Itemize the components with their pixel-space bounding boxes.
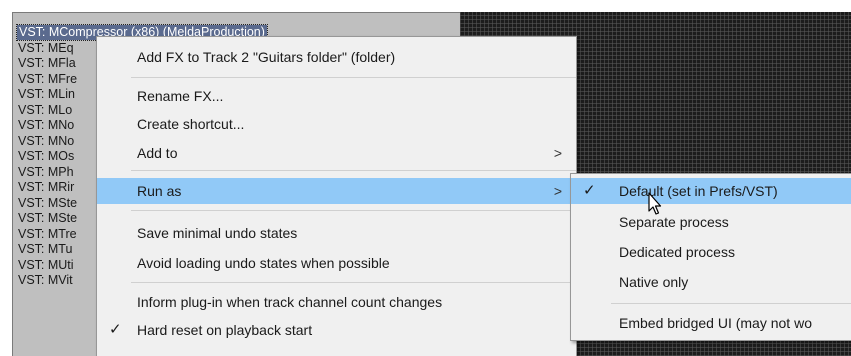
fx-list-item[interactable]: VST: MFre bbox=[18, 72, 77, 87]
fx-list-item[interactable]: VST: MNo bbox=[18, 134, 74, 149]
menu-item-label: Add to bbox=[137, 145, 178, 161]
menu-item-label: Dedicated process bbox=[619, 244, 735, 260]
menu-item-separate-process[interactable]: Separate process bbox=[571, 209, 851, 235]
menu-separator bbox=[131, 170, 576, 171]
fx-list-item[interactable]: VST: MLo bbox=[18, 103, 72, 118]
fx-list-item[interactable]: VST: MEq bbox=[18, 41, 74, 56]
menu-item-label: Create shortcut... bbox=[137, 116, 245, 132]
checkmark-icon: ✓ bbox=[109, 321, 122, 338]
menu-item-add-to[interactable]: Add to > bbox=[97, 140, 576, 166]
menu-item-hard-reset[interactable]: ✓ Hard reset on playback start bbox=[97, 317, 576, 343]
menu-item-dedicated-process[interactable]: Dedicated process bbox=[571, 239, 851, 265]
fx-list-item[interactable]: VST: MTu bbox=[18, 242, 72, 257]
fx-list-item[interactable]: VST: MPh bbox=[18, 165, 74, 180]
menu-item-save-minimal-undo[interactable]: Save minimal undo states bbox=[97, 220, 576, 246]
run-as-submenu: ✓ Default (set in Prefs/VST) Separate pr… bbox=[570, 173, 851, 341]
fx-list-item[interactable]: VST: MSte bbox=[18, 196, 77, 211]
checkmark-icon: ✓ bbox=[583, 182, 596, 199]
menu-item-avoid-loading-undo[interactable]: Avoid loading undo states when possible bbox=[97, 250, 576, 276]
menu-separator bbox=[131, 77, 576, 78]
menu-item-rename-fx[interactable]: Rename FX... bbox=[97, 83, 576, 109]
fx-list-item[interactable]: VST: MUti bbox=[18, 258, 74, 273]
menu-separator bbox=[131, 210, 576, 211]
fx-list-item[interactable]: VST: MSte bbox=[18, 211, 77, 226]
fx-list-item[interactable]: VST: MTre bbox=[18, 227, 77, 242]
fx-list-item[interactable]: VST: MLin bbox=[18, 87, 75, 102]
menu-item-label: Run as bbox=[137, 183, 182, 199]
menu-item-run-as[interactable]: Run as > bbox=[97, 178, 576, 204]
fx-context-menu: Add FX to Track 2 "Guitars folder" (fold… bbox=[96, 36, 577, 356]
menu-item-label: Native only bbox=[619, 274, 689, 290]
menu-item-embed-bridged-ui[interactable]: Embed bridged UI (may not wo bbox=[571, 310, 851, 336]
menu-item-label: Add FX to Track 2 "Guitars folder" (fold… bbox=[137, 49, 396, 65]
menu-separator bbox=[131, 282, 576, 283]
fx-list-item[interactable]: VST: MRir bbox=[18, 180, 74, 195]
menu-item-label: Embed bridged UI (may not wo bbox=[619, 315, 812, 331]
chevron-right-icon: > bbox=[553, 183, 562, 199]
fx-list-item[interactable]: VST: MNo bbox=[18, 118, 74, 133]
mouse-cursor-icon bbox=[648, 192, 662, 215]
menu-item-native-only[interactable]: Native only bbox=[571, 269, 851, 295]
menu-item-label: Inform plug-in when track channel count … bbox=[137, 294, 443, 310]
menu-item-label: Separate process bbox=[619, 214, 729, 230]
fx-list-item[interactable]: VST: MVit bbox=[18, 273, 73, 288]
menu-separator bbox=[611, 303, 851, 304]
menu-item-create-shortcut[interactable]: Create shortcut... bbox=[97, 111, 576, 137]
menu-item-run-as-default[interactable]: ✓ Default (set in Prefs/VST) bbox=[571, 178, 851, 204]
menu-item-inform-plugin[interactable]: Inform plug-in when track channel count … bbox=[97, 289, 576, 315]
menu-item-label: Avoid loading undo states when possible bbox=[137, 255, 390, 271]
fx-list-item[interactable]: VST: MFla bbox=[18, 56, 76, 71]
fx-list-item[interactable]: VST: MOs bbox=[18, 149, 74, 164]
menu-item-label: Rename FX... bbox=[137, 88, 224, 104]
menu-item-label: Hard reset on playback start bbox=[137, 322, 313, 338]
menu-item-label: Default (set in Prefs/VST) bbox=[619, 183, 778, 199]
menu-item-add-fx-to-track[interactable]: Add FX to Track 2 "Guitars folder" (fold… bbox=[97, 44, 576, 70]
menu-item-label: Save minimal undo states bbox=[137, 225, 298, 241]
chevron-right-icon: > bbox=[553, 145, 562, 161]
